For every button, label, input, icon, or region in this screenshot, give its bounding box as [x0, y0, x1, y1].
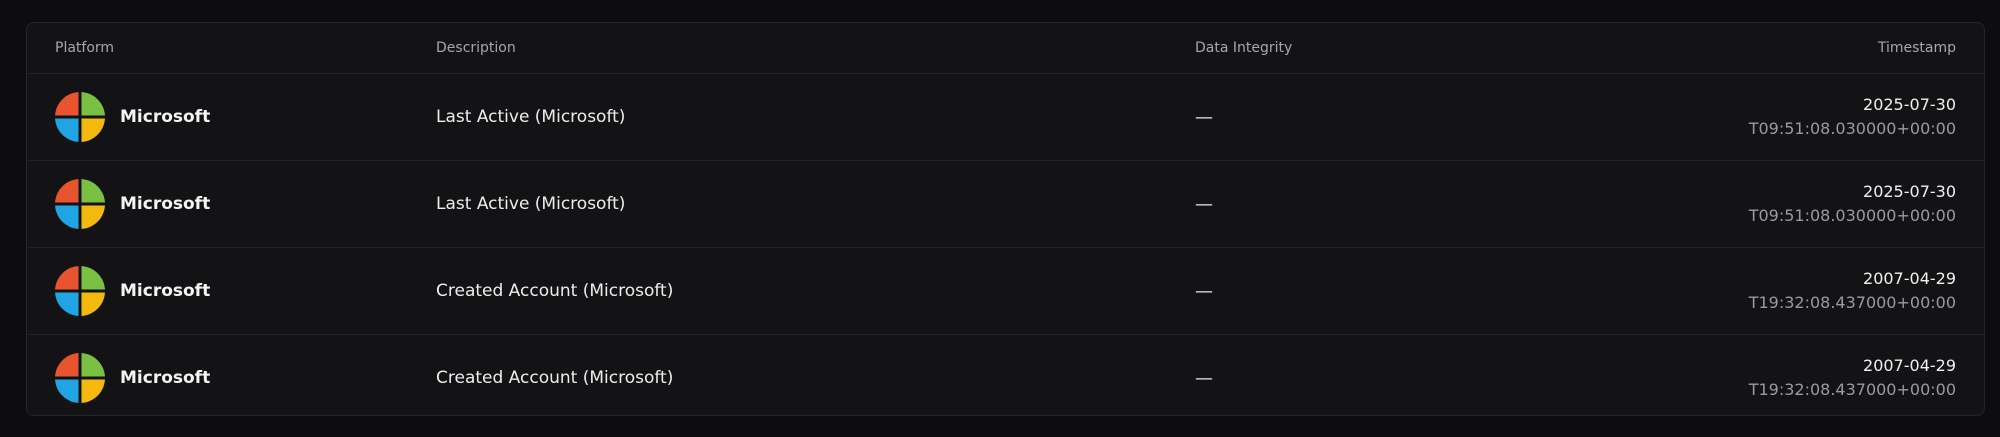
timestamp-date: 2025-07-30 [1863, 182, 1956, 201]
platform-name: Microsoft [120, 107, 211, 127]
microsoft-logo-icon [55, 353, 105, 403]
data-integrity-cell: — [1195, 367, 1213, 389]
events-table: Platform Description Data Integrity Time… [26, 22, 1985, 416]
platform-cell: Microsoft [55, 248, 210, 334]
microsoft-logo-icon [55, 179, 105, 229]
header-description[interactable]: Description [436, 23, 516, 73]
microsoft-logo-icon [55, 92, 105, 142]
timestamp-cell: 2007-04-29 T19:32:08.437000+00:00 [1748, 335, 1956, 415]
header-timestamp[interactable]: Timestamp [1878, 23, 1956, 73]
data-integrity-cell: — [1195, 106, 1213, 128]
platform-cell: Microsoft [55, 335, 211, 415]
timestamp-time: T09:51:08.030000+00:00 [1748, 119, 1956, 138]
platform-name: Microsoft [120, 368, 211, 388]
timestamp-cell: 2007-04-29 T19:32:08.437000+00:00 [1749, 248, 1956, 334]
description-cell: Last Active (Microsoft) [436, 107, 626, 127]
description-cell: Created Account (Microsoft) [436, 281, 674, 301]
timestamp-time: T19:32:08.437000+00:00 [1748, 380, 1956, 399]
table-row[interactable]: Microsoft Created Account (Microsoft) — … [27, 247, 1984, 334]
platform-cell: Microsoft [55, 74, 210, 160]
data-integrity-cell: — [1195, 280, 1213, 302]
table-row[interactable]: Microsoft Last Active (Microsoft) — 2025… [27, 160, 1984, 247]
timestamp-cell: 2025-07-30 T09:51:08.030000+00:00 [1749, 74, 1956, 160]
microsoft-logo-icon [55, 266, 105, 316]
timestamp-date: 2007-04-29 [1863, 356, 1956, 375]
table-row[interactable]: Microsoft Last Active (Microsoft) — 2025… [27, 73, 1984, 160]
timestamp-date: 2007-04-29 [1863, 269, 1956, 288]
table-header: Platform Description Data Integrity Time… [27, 23, 1984, 73]
table-row[interactable]: Microsoft Created Account (Microsoft) — … [27, 334, 1984, 415]
timestamp-time: T09:51:08.030000+00:00 [1748, 206, 1956, 225]
timestamp-date: 2025-07-30 [1863, 95, 1956, 114]
description-cell: Last Active (Microsoft) [436, 194, 626, 214]
data-integrity-cell: — [1195, 193, 1213, 215]
timestamp-cell: 2025-07-30 T09:51:08.030000+00:00 [1749, 161, 1956, 247]
header-data-integrity[interactable]: Data Integrity [1195, 23, 1292, 73]
header-platform[interactable]: Platform [55, 23, 114, 73]
timestamp-time: T19:32:08.437000+00:00 [1748, 293, 1956, 312]
platform-name: Microsoft [120, 194, 211, 214]
platform-name: Microsoft [120, 281, 211, 301]
description-cell: Created Account (Microsoft) [436, 368, 674, 388]
platform-cell: Microsoft [55, 161, 210, 247]
